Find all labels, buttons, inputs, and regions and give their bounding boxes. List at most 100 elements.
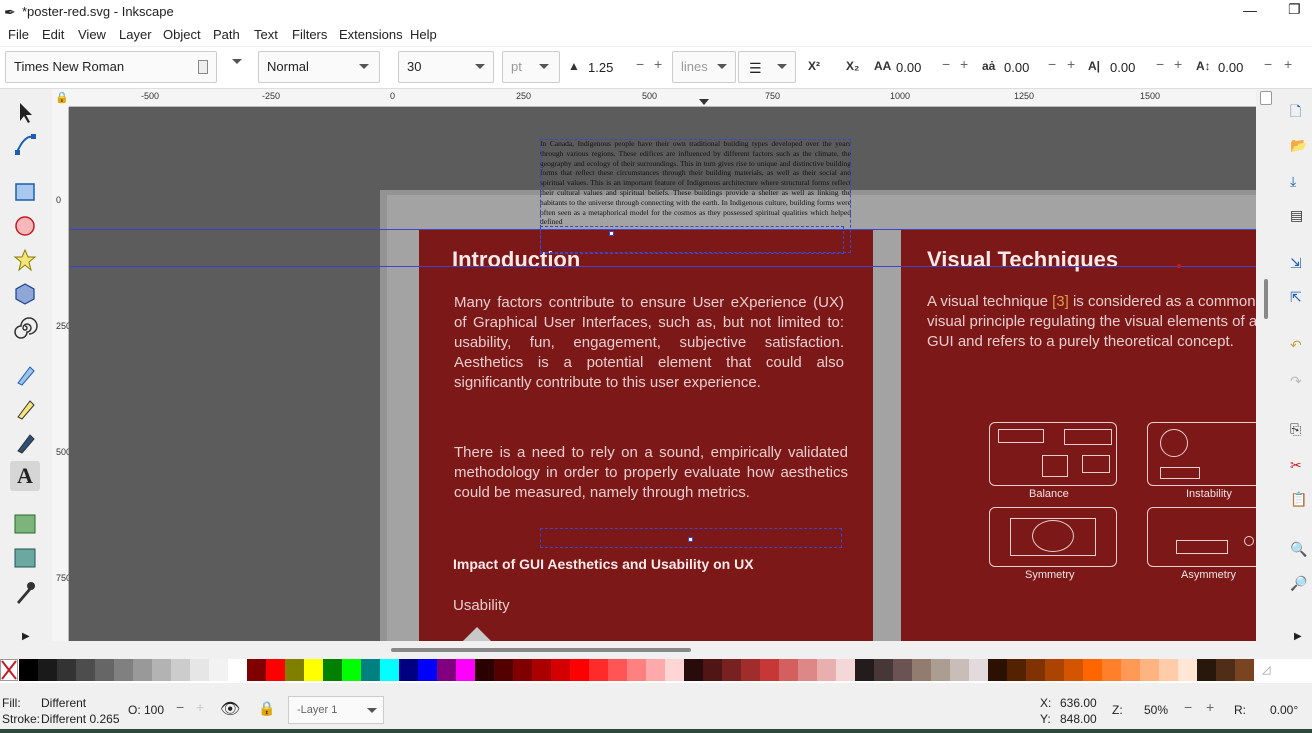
menu-layer[interactable]: Layer <box>119 27 152 42</box>
vertical-shift-decrement[interactable]: − <box>1264 56 1272 72</box>
color-swatch[interactable] <box>836 659 855 681</box>
rotation-input[interactable]: 0.00° <box>1270 703 1298 717</box>
color-swatch[interactable] <box>266 659 285 681</box>
color-swatch[interactable] <box>1102 659 1121 681</box>
color-swatch[interactable] <box>646 659 665 681</box>
color-swatch[interactable] <box>209 659 228 681</box>
undo-icon[interactable]: ↶ <box>1290 337 1302 354</box>
color-swatch[interactable] <box>95 659 114 681</box>
ellipse-tool-icon[interactable] <box>10 211 40 241</box>
cut-icon[interactable]: ✂ <box>1290 457 1302 474</box>
guide-line[interactable] <box>69 266 1256 267</box>
eye-icon[interactable]: 👁 <box>220 699 240 719</box>
color-swatch[interactable] <box>57 659 76 681</box>
selector-tool-icon[interactable] <box>10 97 40 127</box>
menu-text[interactable]: Text <box>254 27 278 42</box>
color-swatch[interactable] <box>817 659 836 681</box>
color-swatch[interactable] <box>1235 659 1254 681</box>
copy-icon[interactable]: ⎘ <box>1290 421 1301 438</box>
menu-path[interactable]: Path <box>213 27 240 42</box>
canvas[interactable]: Introduction Many factors contribute to … <box>69 107 1256 641</box>
letter-spacing-increment[interactable]: + <box>960 56 968 72</box>
palette-menu-icon[interactable]: ◿ <box>1262 663 1270 676</box>
lock-icon[interactable]: 🔒 <box>55 91 69 104</box>
color-swatch[interactable] <box>1083 659 1102 681</box>
color-swatch[interactable] <box>988 659 1007 681</box>
alignment-select[interactable]: ☰ <box>738 51 796 83</box>
color-swatch[interactable] <box>1026 659 1045 681</box>
color-swatch[interactable] <box>76 659 95 681</box>
horizontal-kerning-input[interactable]: 0.00 <box>1110 60 1135 75</box>
restore-button[interactable]: ❐ <box>1288 1 1301 18</box>
word-spacing-increment[interactable]: + <box>1067 56 1075 72</box>
rectangle-tool-icon[interactable] <box>10 177 40 207</box>
font-style-select[interactable]: Normal <box>258 51 380 83</box>
open-icon[interactable]: 📂 <box>1290 137 1307 154</box>
color-swatch[interactable] <box>152 659 171 681</box>
paste-icon[interactable]: 📋 <box>1290 491 1307 508</box>
color-swatch[interactable] <box>1007 659 1026 681</box>
color-swatch[interactable] <box>1159 659 1178 681</box>
menu-help[interactable]: Help <box>410 27 437 42</box>
zoom-drawing-icon[interactable]: 🔎 <box>1290 575 1307 592</box>
color-swatch[interactable] <box>532 659 551 681</box>
gradient-tool-icon[interactable] <box>10 509 40 539</box>
color-swatch[interactable] <box>228 659 247 681</box>
save-icon[interactable]: ⤓ <box>1290 173 1296 190</box>
word-spacing-decrement[interactable]: − <box>1048 56 1056 72</box>
superscript-icon[interactable]: X² <box>808 59 820 73</box>
print-icon[interactable]: ▤ <box>1290 207 1303 224</box>
zoom-input[interactable]: 50% <box>1144 703 1168 717</box>
new-document-icon[interactable]: 🗋 <box>1290 101 1301 125</box>
node-handle[interactable] <box>688 537 693 542</box>
menu-object[interactable]: Object <box>163 27 201 42</box>
color-swatch[interactable] <box>798 659 817 681</box>
line-height-increment[interactable]: + <box>654 56 662 72</box>
color-swatch[interactable] <box>722 659 741 681</box>
color-swatch[interactable] <box>399 659 418 681</box>
color-swatch[interactable] <box>247 659 266 681</box>
color-swatch[interactable] <box>437 659 456 681</box>
expand-commands-icon[interactable]: ▶ <box>1294 631 1302 642</box>
color-swatch[interactable] <box>665 659 684 681</box>
no-paint-swatch[interactable] <box>0 659 18 681</box>
node-handle[interactable] <box>609 231 614 236</box>
3d-box-tool-icon[interactable] <box>10 279 40 309</box>
opacity-input[interactable]: 100 <box>144 703 164 717</box>
horizontal-kerning-decrement[interactable]: − <box>1156 56 1164 72</box>
vertical-shift-increment[interactable]: + <box>1284 56 1292 72</box>
color-swatch[interactable] <box>342 659 361 681</box>
letter-spacing-decrement[interactable]: − <box>942 56 950 72</box>
subscript-icon[interactable]: X₂ <box>846 59 859 73</box>
lock-icon[interactable]: 🔒 <box>258 700 275 717</box>
color-swatch[interactable] <box>114 659 133 681</box>
vertical-scroll-thumb[interactable] <box>1264 279 1268 319</box>
scroll-up-button[interactable] <box>1260 91 1272 105</box>
vertical-scrollbar[interactable] <box>1258 89 1280 645</box>
introduction-panel[interactable]: Introduction Many factors contribute to … <box>419 229 873 641</box>
color-swatch[interactable] <box>418 659 437 681</box>
menu-filters[interactable]: Filters <box>292 27 327 42</box>
color-swatch[interactable] <box>1064 659 1083 681</box>
horizontal-scrollbar[interactable] <box>69 643 1256 657</box>
color-swatch[interactable] <box>969 659 988 681</box>
color-swatch[interactable] <box>703 659 722 681</box>
color-swatch[interactable] <box>1216 659 1235 681</box>
horizontal-kerning-increment[interactable]: + <box>1174 56 1182 72</box>
color-swatch[interactable] <box>855 659 874 681</box>
import-icon[interactable]: ⇲ <box>1290 255 1302 272</box>
letter-spacing-input[interactable]: 0.00 <box>896 60 921 75</box>
color-swatch[interactable] <box>494 659 513 681</box>
line-unit-select[interactable]: lines <box>672 51 736 83</box>
color-swatch[interactable] <box>589 659 608 681</box>
pencil-tool-icon[interactable] <box>10 393 40 423</box>
color-swatch[interactable] <box>893 659 912 681</box>
color-swatch[interactable] <box>627 659 646 681</box>
color-swatch[interactable] <box>361 659 380 681</box>
color-swatch[interactable] <box>760 659 779 681</box>
layer-select[interactable]: -Layer 1 <box>288 696 384 724</box>
color-swatch[interactable] <box>19 659 38 681</box>
visual-techniques-panel[interactable]: Visual Techniques A visual technique [3]… <box>901 229 1256 641</box>
color-swatch[interactable] <box>931 659 950 681</box>
menu-extensions[interactable]: Extensions <box>339 27 403 42</box>
